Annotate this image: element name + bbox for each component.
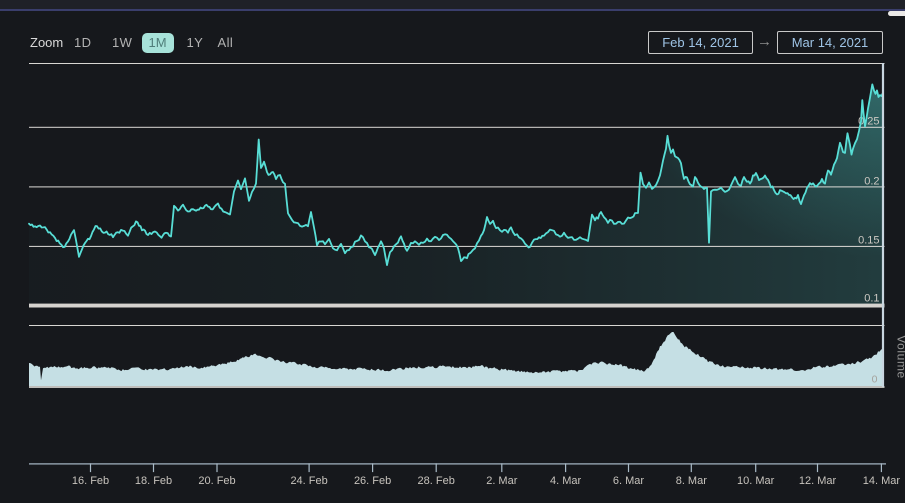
svg-text:0.15: 0.15 xyxy=(858,235,879,247)
svg-text:26. Feb: 26. Feb xyxy=(354,475,391,487)
svg-text:0: 0 xyxy=(872,374,878,386)
svg-text:14. Mar: 14. Mar xyxy=(863,475,901,487)
svg-text:8. Mar: 8. Mar xyxy=(676,475,708,487)
svg-text:6. Mar: 6. Mar xyxy=(613,475,645,487)
svg-text:4. Mar: 4. Mar xyxy=(550,475,582,487)
svg-text:28. Feb: 28. Feb xyxy=(418,475,455,487)
svg-text:12. Mar: 12. Mar xyxy=(799,475,837,487)
svg-text:24. Feb: 24. Feb xyxy=(290,475,327,487)
svg-text:0.2: 0.2 xyxy=(864,175,879,187)
svg-text:10. Mar: 10. Mar xyxy=(737,475,775,487)
svg-text:18. Feb: 18. Feb xyxy=(135,475,172,487)
svg-text:16. Feb: 16. Feb xyxy=(72,475,109,487)
svg-text:0.1: 0.1 xyxy=(864,293,879,305)
svg-text:20. Feb: 20. Feb xyxy=(198,475,235,487)
svg-text:2. Mar: 2. Mar xyxy=(486,475,518,487)
svg-text:Volume: Volume xyxy=(895,335,905,379)
